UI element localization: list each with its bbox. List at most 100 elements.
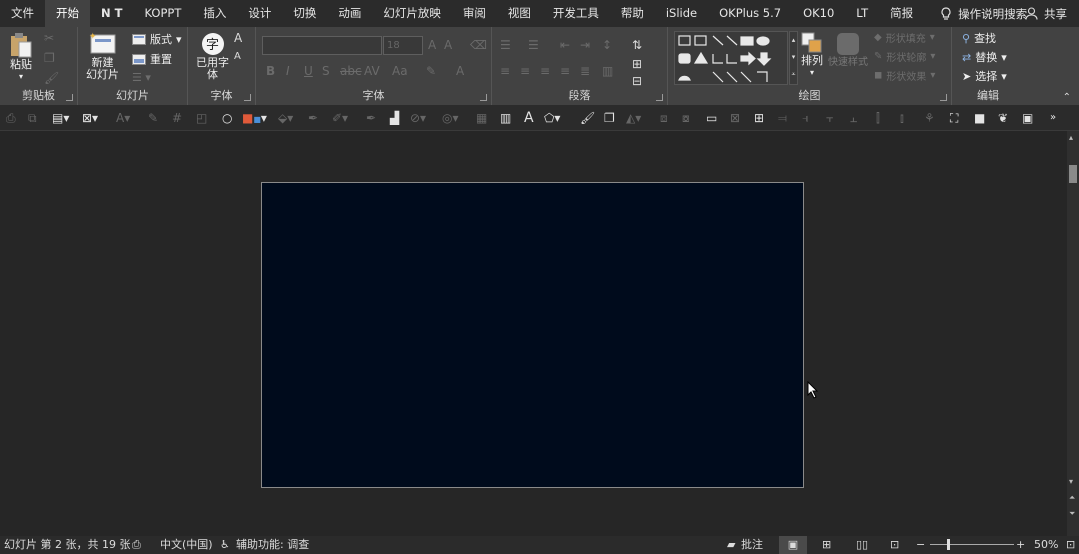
font-launcher-icon[interactable] [480,94,487,101]
change-case-icon[interactable]: Aa [392,64,408,78]
shapes-gallery-scroll[interactable]: ▴ ▾ ⩡ [789,31,798,85]
tab-view[interactable]: 视图 [497,0,542,27]
next-slide-icon[interactable]: ⏷ [1069,509,1075,519]
shapes-gallery[interactable] [674,31,788,85]
shape-effects-button[interactable]: ◼ 形状效果 ▾ [874,68,935,83]
paste-button[interactable]: 粘贴 ▾ [8,31,34,83]
qat-print-icon[interactable]: ⎙ [6,111,16,125]
section-button[interactable]: ☰ ▾ [132,71,151,84]
tab-help[interactable]: 帮助 [610,0,655,27]
increase-indent-icon[interactable]: ⇥ [580,38,590,52]
font-color-icon[interactable]: A [456,64,464,78]
tab-developer[interactable]: 开发工具 [542,0,610,27]
prev-slide-icon[interactable]: ⏶ [1069,493,1075,503]
tab-slideshow[interactable]: 幻灯片放映 [372,0,452,27]
qat-duplicate-icon[interactable]: ❐ [604,111,615,125]
bullets-icon[interactable]: ☰ [500,38,511,52]
zoom-slider-thumb[interactable] [947,539,950,550]
slide-counter[interactable]: 幻灯片 第 2 张，共 19 张 [4,536,130,554]
collapse-ribbon-icon[interactable]: ⌃ [1063,92,1071,103]
smartart-icon[interactable]: ⊟ [632,74,642,88]
qat-more-icon[interactable]: » [1050,111,1056,125]
scroll-up-icon[interactable]: ▴ [1069,133,1073,142]
select-button[interactable]: ➤ 选择 ▾ [962,68,1007,84]
qat-copy-icon[interactable]: ⧉ [28,111,37,125]
align-right-icon[interactable]: ≡ [540,64,550,78]
qat-shape-icon[interactable]: ◰ [196,111,207,125]
qat-front-icon[interactable]: ⧈ [660,111,668,125]
accessibility-icon[interactable]: ♿ [220,536,230,554]
arrange-button[interactable]: 排列 ▾ [800,31,824,79]
accessibility-status[interactable]: 辅助功能: 调查 [236,536,309,554]
tab-ok10[interactable]: OK10 [792,0,845,27]
slide-sorter-icon[interactable]: ⊞ [822,536,831,554]
tab-file[interactable]: 文件 [0,0,45,27]
replace-button[interactable]: ⇄ 替换 ▾ [962,49,1007,65]
tab-islide[interactable]: iSlide [655,0,708,27]
text-direction-icon[interactable]: ⇅ [632,38,642,52]
qat-distribute-1-icon[interactable]: ⫿ [876,111,880,125]
qat-back-icon[interactable]: ⧇ [682,111,690,125]
tab-lt[interactable]: LT [845,0,879,27]
cut-icon[interactable]: ✂ [44,31,54,45]
clipboard-launcher-icon[interactable] [66,94,73,101]
qat-card-icon[interactable]: ▭ [706,111,717,125]
new-slide-button[interactable]: ✦ 新建 幻灯片 [86,31,119,81]
align-text-icon[interactable]: ⊞ [632,57,642,71]
reset-button[interactable]: 重置 [132,51,172,67]
qat-hash-icon[interactable]: # [172,111,182,125]
shape-outline-button[interactable]: ✎ 形状轮廓 ▾ [874,49,935,64]
used-font-button[interactable]: 字 已用字 体 [196,31,229,81]
zoom-level[interactable]: 50% [1034,536,1058,554]
qat-wordart-icon[interactable]: ⊠▾ [82,111,98,125]
qat-text-style-icon[interactable]: A [524,111,534,125]
language-indicator[interactable]: 中文(中国) [160,536,213,554]
zoom-in-icon[interactable]: + [1016,536,1025,554]
comments-button[interactable]: 批注 [741,536,763,554]
tell-me-search[interactable]: 操作说明搜索 [924,6,1027,22]
qat-bird-icon[interactable]: ❦ [998,111,1008,125]
tab-briefing[interactable]: 简报 [879,0,924,27]
qat-circle-icon[interactable]: ○ [222,111,232,125]
reading-view-icon[interactable]: ▯▯ [856,536,868,554]
qat-align-4-icon[interactable]: ⫠ [850,111,857,125]
columns-icon[interactable]: ▥ [602,64,613,78]
qat-pen-icon[interactable]: ✎ [148,111,158,125]
qat-lasso-icon[interactable]: ⬠▾ [544,111,560,125]
current-slide[interactable] [261,182,804,488]
shape-fill-button[interactable]: ◆ 形状填充 ▾ [874,30,935,45]
underline-icon[interactable]: U [304,64,313,78]
line-spacing-icon[interactable]: ↕ [602,38,612,52]
share-button[interactable]: 共享 [1025,0,1067,27]
decrease-indent-icon[interactable]: ⇤ [560,38,570,52]
qat-table-icon[interactable]: ▦ [476,111,487,125]
slideshow-icon[interactable]: ⊡ [890,536,899,554]
qat-outline-icon[interactable]: ✐▾ [332,111,348,125]
zoom-slider[interactable] [930,539,1014,550]
paragraph-launcher-icon[interactable] [656,94,663,101]
fit-slide-icon[interactable]: ⊡ [1066,536,1075,554]
tab-design[interactable]: 设计 [237,0,282,27]
qat-distribute-2-icon[interactable]: ⫾ [900,111,904,125]
qat-target-icon[interactable]: ◎▾ [442,111,459,125]
shadow-icon[interactable]: S [322,64,330,78]
tab-review[interactable]: 审阅 [452,0,497,27]
qat-eyedropper-icon[interactable]: ✒ [308,111,318,125]
italic-icon[interactable]: I [286,64,290,78]
tab-insert[interactable]: 插入 [192,0,237,27]
font-size-up-icon[interactable]: A [234,31,242,45]
comment-icon[interactable]: ▰ [727,536,735,554]
qat-align-3-icon[interactable]: ⫟ [826,111,833,125]
distribute-icon[interactable]: ≣ [580,64,590,78]
justify-icon[interactable]: ≡ [560,64,570,78]
format-painter-icon[interactable]: 🖌 [44,71,59,85]
qat-grid-icon[interactable]: ⊞ [754,111,764,125]
font-size-input[interactable]: 18 [383,36,423,55]
tab-home[interactable]: 开始 [45,0,90,27]
find-button[interactable]: ⚲ 查找 [962,30,996,46]
qat-chart-icon[interactable]: ▟ [390,111,399,125]
tab-nt[interactable]: N T [90,0,133,27]
tab-transitions[interactable]: 切换 [282,0,327,27]
qat-link-icon[interactable]: ⊘▾ [410,111,426,125]
qat-font-icon[interactable]: A▾ [116,111,130,125]
